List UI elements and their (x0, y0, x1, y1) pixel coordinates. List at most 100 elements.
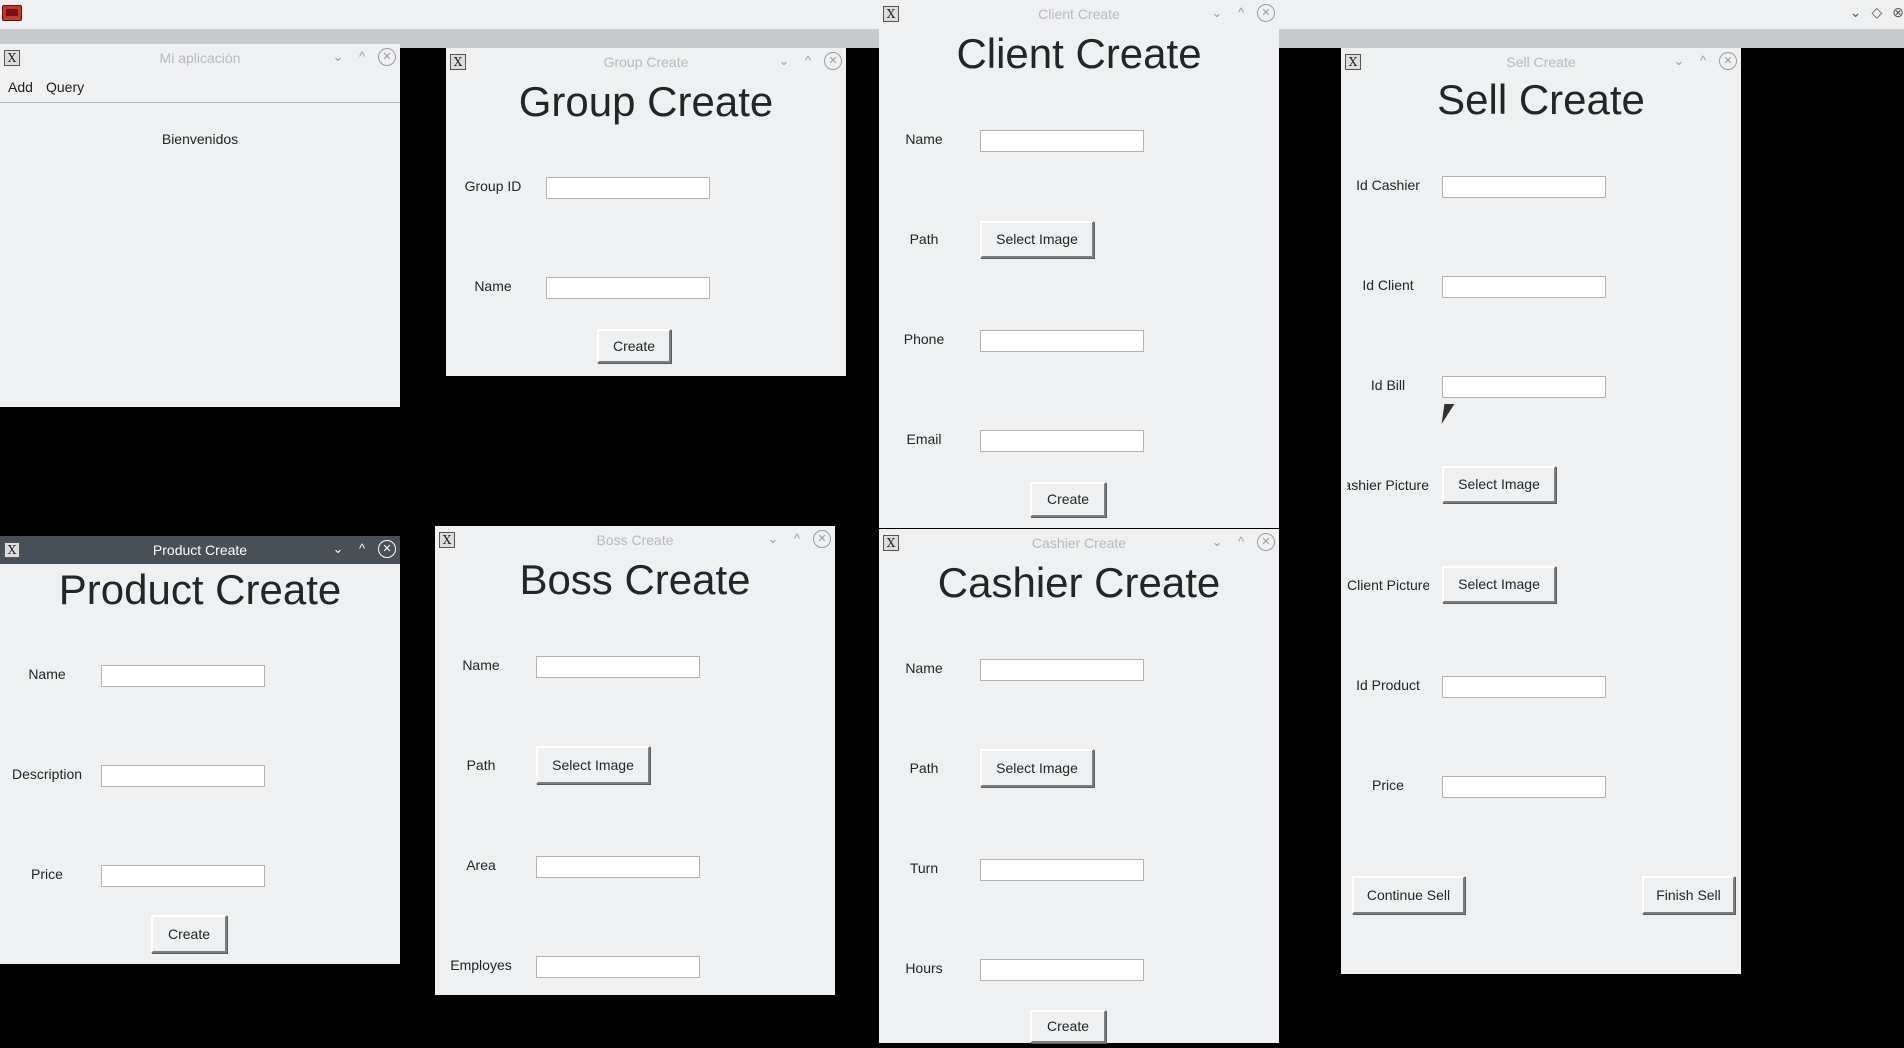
create-button[interactable]: Create (151, 915, 227, 953)
create-button[interactable]: Create (1030, 482, 1106, 517)
maximize-icon[interactable]: ^ (1233, 4, 1249, 22)
id-bill-input[interactable] (1442, 376, 1606, 398)
minimize-icon[interactable]: ⌄ (765, 530, 781, 548)
minimize-icon[interactable]: ⌄ (330, 48, 346, 66)
area-input[interactable] (536, 856, 700, 878)
price-input[interactable] (101, 865, 265, 887)
phone-input[interactable] (980, 330, 1144, 352)
group-id-input[interactable] (546, 177, 710, 199)
id-cashier-input[interactable] (1442, 176, 1606, 198)
main-window: X Mi aplicación ⌄ ^ ✕ Add Query Bienvenido… (0, 44, 400, 407)
product-create-titlebar[interactable]: X Product Create ⌄ ^ ✕ (0, 536, 400, 564)
cashier-create-titlebar[interactable]: X Cashier Create ⌄ ^ ✕ (879, 529, 1279, 557)
group-create-window: X Group Create ⌄ ^ ✕ Group Create Group ID… (446, 48, 846, 376)
close-icon[interactable]: ✕ (813, 530, 831, 548)
path-label: Path (909, 231, 939, 247)
main-window-titlebar[interactable]: X Mi aplicación ⌄ ^ ✕ (0, 44, 400, 72)
page-title: Sell Create (1437, 76, 1645, 123)
minimize-icon[interactable]: ⌄ (330, 540, 346, 558)
name-input[interactable] (980, 130, 1144, 152)
close-icon[interactable]: ✕ (1257, 4, 1275, 22)
page-title: Cashier Create (937, 559, 1221, 606)
finish-sell-button[interactable]: Finish Sell (1642, 876, 1735, 914)
turn-input[interactable] (980, 859, 1144, 881)
path-label: Path (466, 757, 496, 773)
select-client-image-button[interactable]: Select Image (1442, 566, 1556, 603)
minimize-icon[interactable]: ⌄ (1671, 52, 1687, 70)
select-image-button[interactable]: Select Image (980, 749, 1094, 787)
cashier-picture-label: Cashier Picture (1347, 477, 1429, 493)
name-input[interactable] (101, 665, 265, 687)
client-picture-label: Client Picture (1347, 577, 1429, 593)
id-product-input[interactable] (1442, 676, 1606, 698)
id-product-label: Id Product (1356, 677, 1420, 693)
maximize-icon[interactable]: ^ (789, 530, 805, 548)
close-icon[interactable]: ✕ (378, 540, 396, 558)
boss-create-window: X Boss Create ⌄ ^ ✕ Boss Create Name Path … (435, 526, 835, 995)
employes-label: Employes (450, 957, 512, 973)
diamond-icon[interactable]: ◇ (1871, 4, 1882, 21)
name-label: Name (28, 666, 66, 682)
name-input[interactable] (536, 656, 700, 678)
email-label: Email (906, 431, 942, 447)
id-client-label: Id Client (1362, 277, 1414, 293)
description-input[interactable] (101, 765, 265, 787)
minimize-icon[interactable]: ⌄ (776, 52, 792, 70)
menu-add[interactable]: Add (8, 79, 33, 95)
maximize-icon[interactable]: ^ (800, 52, 816, 70)
menu-query[interactable]: Query (46, 79, 84, 95)
minimize-icon[interactable]: ⌄ (1209, 533, 1225, 551)
description-label: Description (11, 766, 83, 782)
sell-create-titlebar[interactable]: X Sell Create ⌄ ^ ✕ (1341, 48, 1741, 76)
top-window-controls: ⌄ ◇ ⊗ (1850, 4, 1904, 21)
chevron-down-icon[interactable]: ⌄ (1850, 4, 1862, 21)
page-title: Group Create (518, 78, 774, 125)
page-title: Product Create (58, 566, 342, 613)
close-icon[interactable]: ✕ (1719, 52, 1737, 70)
price-input[interactable] (1442, 776, 1606, 798)
email-input[interactable] (980, 430, 1144, 452)
turn-label: Turn (909, 860, 939, 876)
maximize-icon[interactable]: ^ (354, 48, 370, 66)
close-icon[interactable]: ✕ (1257, 533, 1275, 551)
phone-label: Phone (903, 331, 945, 347)
group-create-titlebar[interactable]: X Group Create ⌄ ^ ✕ (446, 48, 846, 76)
create-button[interactable]: Create (1030, 1010, 1106, 1043)
maximize-icon[interactable]: ^ (1233, 533, 1249, 551)
app-icon[interactable] (2, 5, 22, 21)
name-label: Name (474, 278, 512, 294)
hours-input[interactable] (980, 959, 1144, 981)
cashier-create-window: X Cashier Create ⌄ ^ ✕ Cashier Create Name… (879, 529, 1279, 1043)
name-input[interactable] (546, 277, 710, 299)
menu-bar: Add Query (0, 72, 400, 103)
hours-label: Hours (905, 960, 943, 976)
maximize-icon[interactable]: ^ (354, 540, 370, 558)
name-input[interactable] (980, 659, 1144, 681)
minimize-icon[interactable]: ⌄ (1209, 4, 1225, 22)
id-bill-label: Id Bill (1370, 377, 1406, 393)
area-label: Area (466, 857, 496, 873)
welcome-text: Bienvenidos (161, 131, 239, 147)
employes-input[interactable] (536, 956, 700, 978)
boss-create-titlebar[interactable]: X Boss Create ⌄ ^ ✕ (435, 526, 835, 554)
page-title: Client Create (956, 30, 1202, 77)
id-client-input[interactable] (1442, 276, 1606, 298)
client-create-window: X Client Create ⌄ ^ ✕ Client Create Name P… (879, 0, 1279, 528)
create-button[interactable]: Create (597, 329, 671, 363)
path-label: Path (909, 760, 939, 776)
close-icon[interactable]: ⊗ (1892, 4, 1904, 21)
select-image-button[interactable]: Select Image (536, 746, 650, 784)
id-cashier-label: Id Cashier (1356, 177, 1420, 193)
name-label: Name (905, 131, 943, 147)
maximize-icon[interactable]: ^ (1695, 52, 1711, 70)
select-image-button[interactable]: Select Image (980, 221, 1094, 258)
price-label: Price (31, 866, 63, 882)
continue-sell-button[interactable]: Continue Sell (1352, 876, 1465, 914)
close-icon[interactable]: ✕ (824, 52, 842, 70)
client-create-titlebar[interactable]: X Client Create ⌄ ^ ✕ (879, 0, 1279, 28)
close-icon[interactable]: ✕ (378, 48, 396, 66)
name-label: Name (905, 660, 943, 676)
group-id-label: Group ID (464, 178, 522, 194)
select-cashier-image-button[interactable]: Select Image (1442, 466, 1556, 503)
price-label: Price (1372, 777, 1404, 793)
